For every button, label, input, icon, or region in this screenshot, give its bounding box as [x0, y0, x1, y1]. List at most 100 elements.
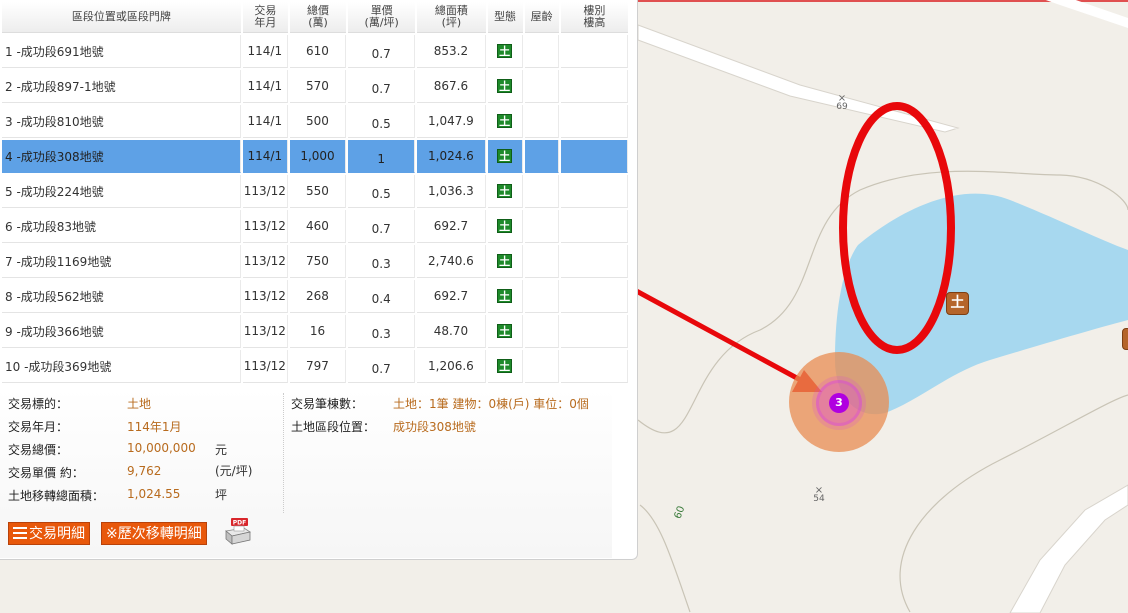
- table-row[interactable]: 1 -成功段691地號 114/1 610 0.7 853.2 土: [2, 35, 628, 68]
- cell-type: 土: [487, 280, 523, 313]
- cell-location: 2 -成功段897-1地號: [2, 70, 241, 103]
- cell-unit-price: 0.3: [348, 315, 416, 348]
- cell-area: 867.6: [417, 70, 486, 103]
- cell-location: 3 -成功段810地號: [2, 105, 241, 138]
- cell-age: [524, 350, 559, 383]
- cell-total-price: 460: [289, 210, 347, 243]
- cell-date: 113/12: [242, 280, 288, 313]
- land-type-icon: 土: [497, 79, 513, 93]
- land-type-icon: 土: [497, 289, 513, 303]
- cell-unit-price: 0.5: [348, 175, 416, 208]
- cell-age: [524, 315, 559, 348]
- table-row[interactable]: 8 -成功段562地號 113/12 268 0.4 692.7 土: [2, 280, 628, 313]
- transfer-history-button[interactable]: ※歷次移轉明細: [101, 522, 207, 545]
- table-row[interactable]: 9 -成功段366地號 113/12 16 0.3 48.70 土: [2, 315, 628, 348]
- land-marker[interactable]: 土: [946, 292, 969, 315]
- cell-floor: [560, 140, 628, 173]
- column-header[interactable]: 型態: [487, 2, 523, 33]
- column-header-line: 樓高: [583, 16, 606, 29]
- column-header[interactable]: 區段位置或區段門牌: [2, 2, 241, 33]
- cell-unit-price: 1: [348, 140, 416, 173]
- cell-total-price: 550: [289, 175, 347, 208]
- cell-location: 5 -成功段224地號: [2, 175, 241, 208]
- column-header[interactable]: 單價 (萬/坪): [348, 2, 416, 33]
- cell-total-price: 500: [289, 105, 347, 138]
- cell-area: 1,206.6: [417, 350, 486, 383]
- cell-type: 土: [487, 210, 523, 243]
- table-row[interactable]: 7 -成功段1169地號 113/12 750 0.3 2,740.6 土: [2, 245, 628, 278]
- cell-unit-price: 0.7: [348, 210, 416, 243]
- cell-floor: [560, 315, 628, 348]
- pdf-print-icon[interactable]: PDF: [222, 518, 252, 546]
- cell-type: 土: [487, 315, 523, 348]
- table-header-row: 區段位置或區段門牌 交易 年月 總價 (萬) 單價 (萬/坪) 總面積 (坪) 型態 屋齡 樓別 樓高: [2, 2, 628, 33]
- column-header[interactable]: 交易 年月: [242, 2, 288, 33]
- cell-area: 1,024.6: [417, 140, 486, 173]
- land-type-icon: 土: [497, 324, 513, 338]
- cell-date: 114/1: [242, 140, 288, 173]
- cell-location: 8 -成功段562地號: [2, 280, 241, 313]
- detail-area-label: 土地移轉總面積：: [8, 489, 105, 503]
- land-type-icon: 土: [497, 359, 513, 373]
- cell-date: 113/12: [242, 315, 288, 348]
- detail-date-label: 交易年月：: [8, 420, 69, 434]
- cell-age: [524, 105, 559, 138]
- cell-total-price: 750: [289, 245, 347, 278]
- detail-target: 交易標的：: [8, 397, 69, 411]
- column-header[interactable]: 總價 (萬): [289, 2, 347, 33]
- map-road: [1045, 0, 1128, 28]
- cell-age: [524, 70, 559, 103]
- cell-total-price: 797: [289, 350, 347, 383]
- cell-floor: [560, 70, 628, 103]
- cell-total-price: 268: [289, 280, 347, 313]
- cell-area: 48.70: [417, 315, 486, 348]
- cell-date: 114/1: [242, 35, 288, 68]
- cluster-marker[interactable]: 3: [829, 393, 849, 413]
- table-row[interactable]: 6 -成功段83地號 113/12 460 0.7 692.7 土: [2, 210, 628, 243]
- detail-divider: [283, 393, 284, 513]
- column-header-line: (萬): [308, 16, 328, 29]
- table-row[interactable]: 2 -成功段897-1地號 114/1 570 0.7 867.6 土: [2, 70, 628, 103]
- column-header[interactable]: 樓別 樓高: [560, 2, 628, 33]
- table-row[interactable]: 10 -成功段369地號 113/12 797 0.7 1,206.6 土: [2, 350, 628, 383]
- cell-age: [524, 140, 559, 173]
- map-label-69: × 69: [836, 93, 848, 112]
- table-row[interactable]: 5 -成功段224地號 113/12 550 0.5 1,036.3 土: [2, 175, 628, 208]
- table-row[interactable]: 4 -成功段308地號 114/1 1,000 1 1,024.6 土: [2, 140, 628, 173]
- cell-date: 113/12: [242, 245, 288, 278]
- cell-area: 1,036.3: [417, 175, 486, 208]
- cell-area: 692.7: [417, 210, 486, 243]
- detail-area-value: 1,024.55: [127, 487, 181, 501]
- detail-target-value: 土地: [127, 397, 152, 411]
- cell-total-price: 610: [289, 35, 347, 68]
- land-type-icon: 土: [497, 184, 513, 198]
- detail-position-value: 成功段308地號: [393, 420, 476, 434]
- cell-age: [524, 175, 559, 208]
- detail-count-label: 交易筆棟數：: [291, 397, 364, 411]
- transaction-table: 區段位置或區段門牌 交易 年月 總價 (萬) 單價 (萬/坪) 總面積 (坪) 型態 屋齡 樓別 樓高 …: [0, 0, 630, 385]
- column-header-line: 年月: [254, 16, 277, 29]
- transaction-detail-button[interactable]: 交易明細: [8, 522, 90, 545]
- cell-age: [524, 35, 559, 68]
- column-header[interactable]: 總面積 (坪): [417, 2, 486, 33]
- cell-date: 113/12: [242, 210, 288, 243]
- detail-total-value: 10,000,000: [127, 441, 196, 455]
- cell-area: 1,047.9: [417, 105, 486, 138]
- column-header-line: (坪): [441, 16, 462, 29]
- cell-location: 4 -成功段308地號: [2, 140, 241, 173]
- column-header[interactable]: 屋齡: [524, 2, 559, 33]
- detail-unit-value: 9,762: [127, 464, 162, 478]
- cell-age: [524, 280, 559, 313]
- table-row[interactable]: 3 -成功段810地號 114/1 500 0.5 1,047.9 土: [2, 105, 628, 138]
- cell-location: 6 -成功段83地號: [2, 210, 241, 243]
- land-marker-partial[interactable]: [1122, 328, 1128, 350]
- land-type-icon: 土: [497, 114, 513, 128]
- cell-floor: [560, 105, 628, 138]
- cell-location: 7 -成功段1169地號: [2, 245, 241, 278]
- table-body: 1 -成功段691地號 114/1 610 0.7 853.2 土 2 -成功段897-1地…: [2, 35, 628, 383]
- detail-area-unit: 坪: [215, 488, 228, 502]
- land-type-icon: 土: [497, 254, 513, 268]
- cell-unit-price: 0.7: [348, 35, 416, 68]
- detail-date-value: 114年1月: [127, 420, 182, 434]
- list-icon: [13, 527, 27, 539]
